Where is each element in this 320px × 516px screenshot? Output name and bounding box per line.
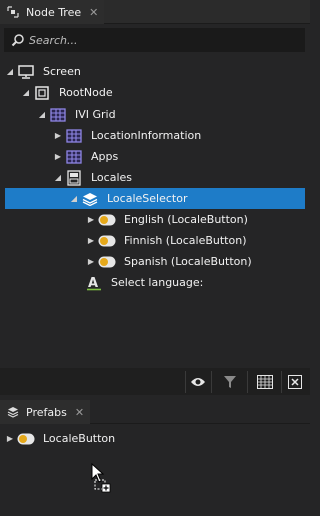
node-tree-toolbar <box>0 368 310 395</box>
tab-node-tree-close-icon[interactable]: ✕ <box>89 6 98 19</box>
eye-icon[interactable] <box>187 371 209 393</box>
tree-node-rootnode[interactable]: ◢ RootNode <box>0 82 310 103</box>
expand-arrow-icon[interactable]: ◢ <box>69 188 79 209</box>
tree-node-apps[interactable]: ▶ Apps <box>0 146 310 167</box>
tree-node-english[interactable]: ▶ English (LocaleButton) <box>0 209 310 230</box>
tree-node-locales[interactable]: ◢ Locales <box>0 167 310 188</box>
expand-arrow-icon[interactable]: ◢ <box>37 104 47 125</box>
tree-node-label: LocaleSelector <box>107 192 188 205</box>
tab-prefabs-label: Prefabs <box>26 405 67 419</box>
tree-node-locale-selector[interactable]: ◢ LocaleSelector <box>5 188 305 209</box>
tab-prefabs-close-icon[interactable]: ✕ <box>75 406 84 419</box>
grid-icon <box>65 128 83 144</box>
tree-node-location-information[interactable]: ▶ LocationInformation <box>0 125 310 146</box>
grid-icon <box>49 107 67 123</box>
root-node-icon <box>33 85 51 101</box>
collapsed-arrow-icon[interactable]: ▶ <box>86 251 96 272</box>
checkerboard-icon[interactable] <box>254 371 276 393</box>
collapsed-arrow-icon[interactable]: ▶ <box>86 230 96 251</box>
search-input[interactable] <box>29 33 289 47</box>
component-stack-icon <box>81 191 99 207</box>
tree-node-spanish[interactable]: ▶ Spanish (LocaleButton) <box>0 251 310 272</box>
tab-node-tree[interactable]: Node Tree ✕ <box>0 0 105 24</box>
drag-copy-cursor-icon <box>91 462 113 493</box>
panel-menu-icon[interactable] <box>6 5 20 19</box>
stack-layout-icon <box>65 169 83 186</box>
prefab-stack-icon <box>6 405 20 419</box>
toolbar-separator <box>185 371 186 393</box>
tree-node-label: Apps <box>91 150 119 163</box>
search-icon <box>11 33 25 47</box>
grid-icon <box>65 149 83 165</box>
fit-icon[interactable] <box>284 371 306 393</box>
tab-node-tree-label: Node Tree <box>26 5 82 19</box>
toolbar-separator <box>247 371 248 393</box>
tree-node-ivi-grid[interactable]: ◢ IVI Grid <box>0 104 310 125</box>
expand-arrow-icon[interactable]: ◢ <box>5 61 15 82</box>
tree-node-label: IVI Grid <box>75 108 116 121</box>
tree-node-label: RootNode <box>59 86 113 99</box>
search-box[interactable] <box>4 28 305 52</box>
prefab-item-locale-button[interactable]: ▶ LocaleButton <box>0 428 310 449</box>
collapsed-arrow-icon[interactable]: ▶ <box>5 428 15 449</box>
toggle-button-icon <box>98 254 116 270</box>
filter-icon[interactable] <box>219 371 241 393</box>
text-block-icon: A <box>85 275 103 291</box>
toolbar-separator <box>281 371 282 393</box>
toggle-button-icon <box>98 233 116 249</box>
toggle-button-icon <box>98 212 116 228</box>
tree-node-screen[interactable]: ◢ Screen <box>0 61 310 82</box>
toolbar-separator <box>211 371 212 393</box>
tree-node-label: English (LocaleButton) <box>124 213 248 226</box>
tree-node-label: Screen <box>43 65 81 78</box>
tree-node-label: Locales <box>91 171 133 184</box>
collapsed-arrow-icon[interactable]: ▶ <box>86 209 96 230</box>
tree-node-finnish[interactable]: ▶ Finnish (LocaleButton) <box>0 230 310 251</box>
collapsed-arrow-icon[interactable]: ▶ <box>53 146 63 167</box>
collapsed-arrow-icon[interactable]: ▶ <box>53 125 63 146</box>
prefabs-tabbar: Prefabs ✕ <box>0 400 310 424</box>
tree-node-label: Spanish (LocaleButton) <box>124 255 252 268</box>
expand-arrow-icon[interactable]: ◢ <box>21 82 31 103</box>
tree-node-label: Select language: <box>111 276 204 289</box>
tree-node-select-language[interactable]: A Select language: <box>0 272 310 293</box>
node-tree-tabbar: Node Tree ✕ <box>0 0 310 24</box>
prefab-item-label: LocaleButton <box>43 432 116 445</box>
tree-node-label: Finnish (LocaleButton) <box>124 234 247 247</box>
tree-node-label: LocationInformation <box>91 129 202 142</box>
tab-prefabs[interactable]: Prefabs ✕ <box>0 400 91 424</box>
toggle-button-icon <box>17 431 35 447</box>
screen-icon <box>17 64 35 80</box>
expand-arrow-icon[interactable]: ◢ <box>53 167 63 188</box>
